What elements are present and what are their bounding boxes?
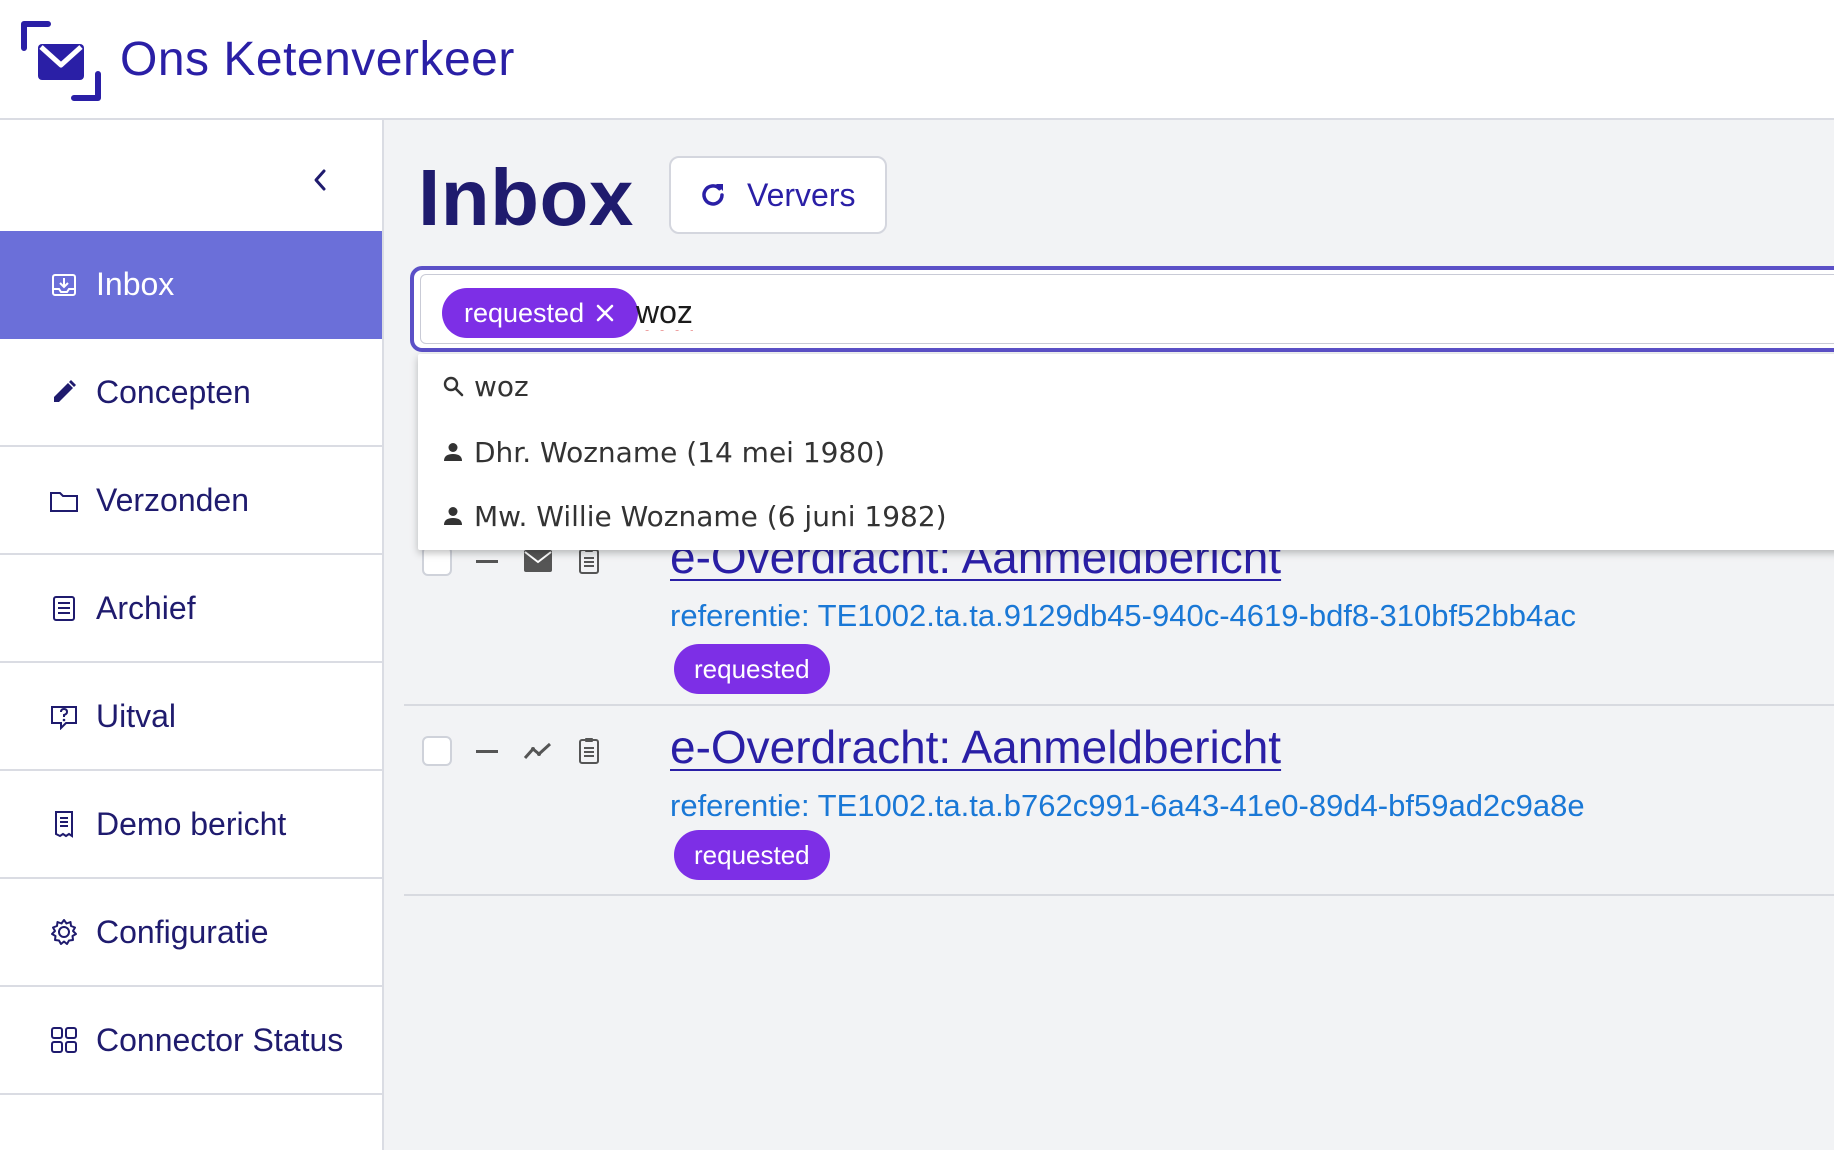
sidebar: Inbox Concepten Verzonden Archief Uitval [0,120,384,1150]
status-badge: requested [674,644,830,694]
search-input[interactable] [636,288,1536,336]
page-title: Inbox [418,153,634,242]
refresh-button[interactable]: Ververs [669,156,887,234]
status-badge: requested [674,830,830,880]
app-header: Ons Ketenverkeer [0,0,1834,120]
close-icon[interactable] [594,302,616,324]
sidebar-item-verzonden[interactable]: Verzonden [0,447,382,555]
message-reference: referentie: TE1002.ta.ta.9129db45-940c-4… [670,598,1577,633]
sidebar-item-label: Configuratie [96,913,269,950]
chevron-left-icon [314,169,326,191]
envelope-icon [522,546,554,576]
sidebar-item-label: Concepten [96,373,251,410]
document-icon [574,546,604,576]
suggestion-item[interactable]: Dhr. Wozname (14 mei 1980) [418,420,1834,484]
sidebar-item-connector-status[interactable]: Connector Status [0,987,382,1095]
sidebar-item-label: Verzonden [96,481,250,518]
sidebar-item-label: Inbox [96,265,175,302]
alert-message-icon [48,700,80,732]
priority-dash-icon [476,560,498,563]
sidebar-item-label: Archief [96,589,196,626]
document-icon [574,736,604,766]
sidebar-item-label: Uitval [96,697,177,734]
grid-icon [48,1024,80,1056]
refresh-icon [702,184,724,206]
sidebar-nav: Inbox Concepten Verzonden Archief Uitval [0,231,382,1095]
sidebar-item-label: Demo bericht [96,805,287,842]
message-row[interactable]: e-Overdracht: Aanmeldbericht referentie:… [404,706,1834,896]
folder-icon [48,484,80,516]
sidebar-item-inbox[interactable]: Inbox [0,231,382,339]
inbox-icon [48,268,80,300]
suggestion-item[interactable]: woz [418,354,1834,418]
trend-icon [522,736,554,766]
person-icon [442,441,474,463]
suggestion-label: Dhr. Wozname (14 mei 1980) [474,435,886,469]
filter-chip-requested[interactable]: requested [442,288,639,338]
message-reference: referentie: TE1002.ta.ta.b762c991-6a43-4… [670,788,1585,823]
person-icon [442,505,474,527]
gear-icon [48,916,80,948]
archive-icon [48,592,80,624]
search-suggestions: woz Dhr. Wozname (14 mei 1980) Mw. Willi… [418,354,1834,550]
message-checkbox[interactable] [422,546,452,576]
message-checkbox[interactable] [422,736,452,766]
receipt-icon [48,808,80,840]
logo-icon [21,21,101,101]
sidebar-item-label: Connector Status [96,1021,344,1058]
sidebar-item-configuratie[interactable]: Configuratie [0,879,382,987]
suggestion-item[interactable]: Mw. Willie Wozname (6 juni 1982) [418,484,1834,548]
sidebar-item-demo-bericht[interactable]: Demo bericht [0,771,382,879]
priority-dash-icon [476,750,498,753]
refresh-button-label: Ververs [747,176,856,213]
sidebar-item-uitval[interactable]: Uitval [0,663,382,771]
search-icon [442,375,474,397]
app-title: Ons Ketenverkeer [120,33,515,86]
sidebar-item-concepten[interactable]: Concepten [0,339,382,447]
sidebar-item-archief[interactable]: Archief [0,555,382,663]
filter-chip-label: requested [464,297,585,328]
collapse-sidebar-button[interactable] [300,160,340,200]
suggestion-label: Mw. Willie Wozname (6 juni 1982) [474,499,947,533]
suggestion-label: woz [474,369,529,403]
pencil-icon [48,376,80,408]
message-title-link[interactable]: e-Overdracht: Aanmeldbericht [670,720,1281,774]
